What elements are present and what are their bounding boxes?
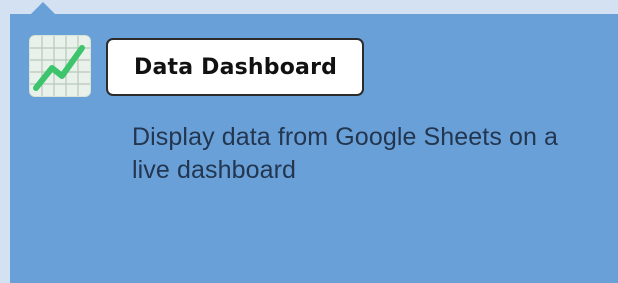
app-title-button[interactable]: Data Dashboard: [106, 38, 364, 96]
chart-icon-graphic: [30, 36, 90, 96]
app-card[interactable]: Data Dashboard Display data from Google …: [10, 14, 618, 283]
app-title-label: Data Dashboard: [134, 54, 338, 80]
app-description: Display data from Google Sheets on a liv…: [132, 123, 559, 184]
trending-chart-icon: [29, 35, 91, 97]
card-pointer: [31, 2, 55, 14]
